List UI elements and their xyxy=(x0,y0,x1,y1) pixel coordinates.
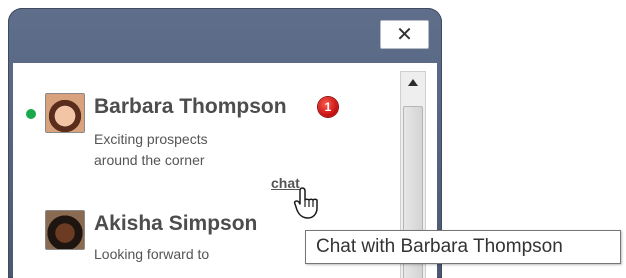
avatar xyxy=(45,93,85,133)
status-line: Exciting prospects xyxy=(94,131,208,147)
close-icon: ✕ xyxy=(396,24,413,46)
avatar xyxy=(45,210,85,250)
close-button[interactable]: ✕ xyxy=(380,20,429,49)
contact-name: Akisha Simpson xyxy=(94,212,258,235)
status-line: around the corner xyxy=(94,152,205,168)
tooltip: Chat with Barbara Thompson xyxy=(305,230,621,264)
hand-pointer-icon xyxy=(293,187,318,219)
contact-name: Barbara Thompson xyxy=(94,95,287,118)
scroll-up-arrow-icon[interactable] xyxy=(401,72,425,92)
panel-header: ✕ xyxy=(8,8,442,63)
status-line: Looking forward to xyxy=(94,246,210,262)
online-status-icon xyxy=(26,109,36,119)
unread-badge: 1 xyxy=(318,97,338,117)
